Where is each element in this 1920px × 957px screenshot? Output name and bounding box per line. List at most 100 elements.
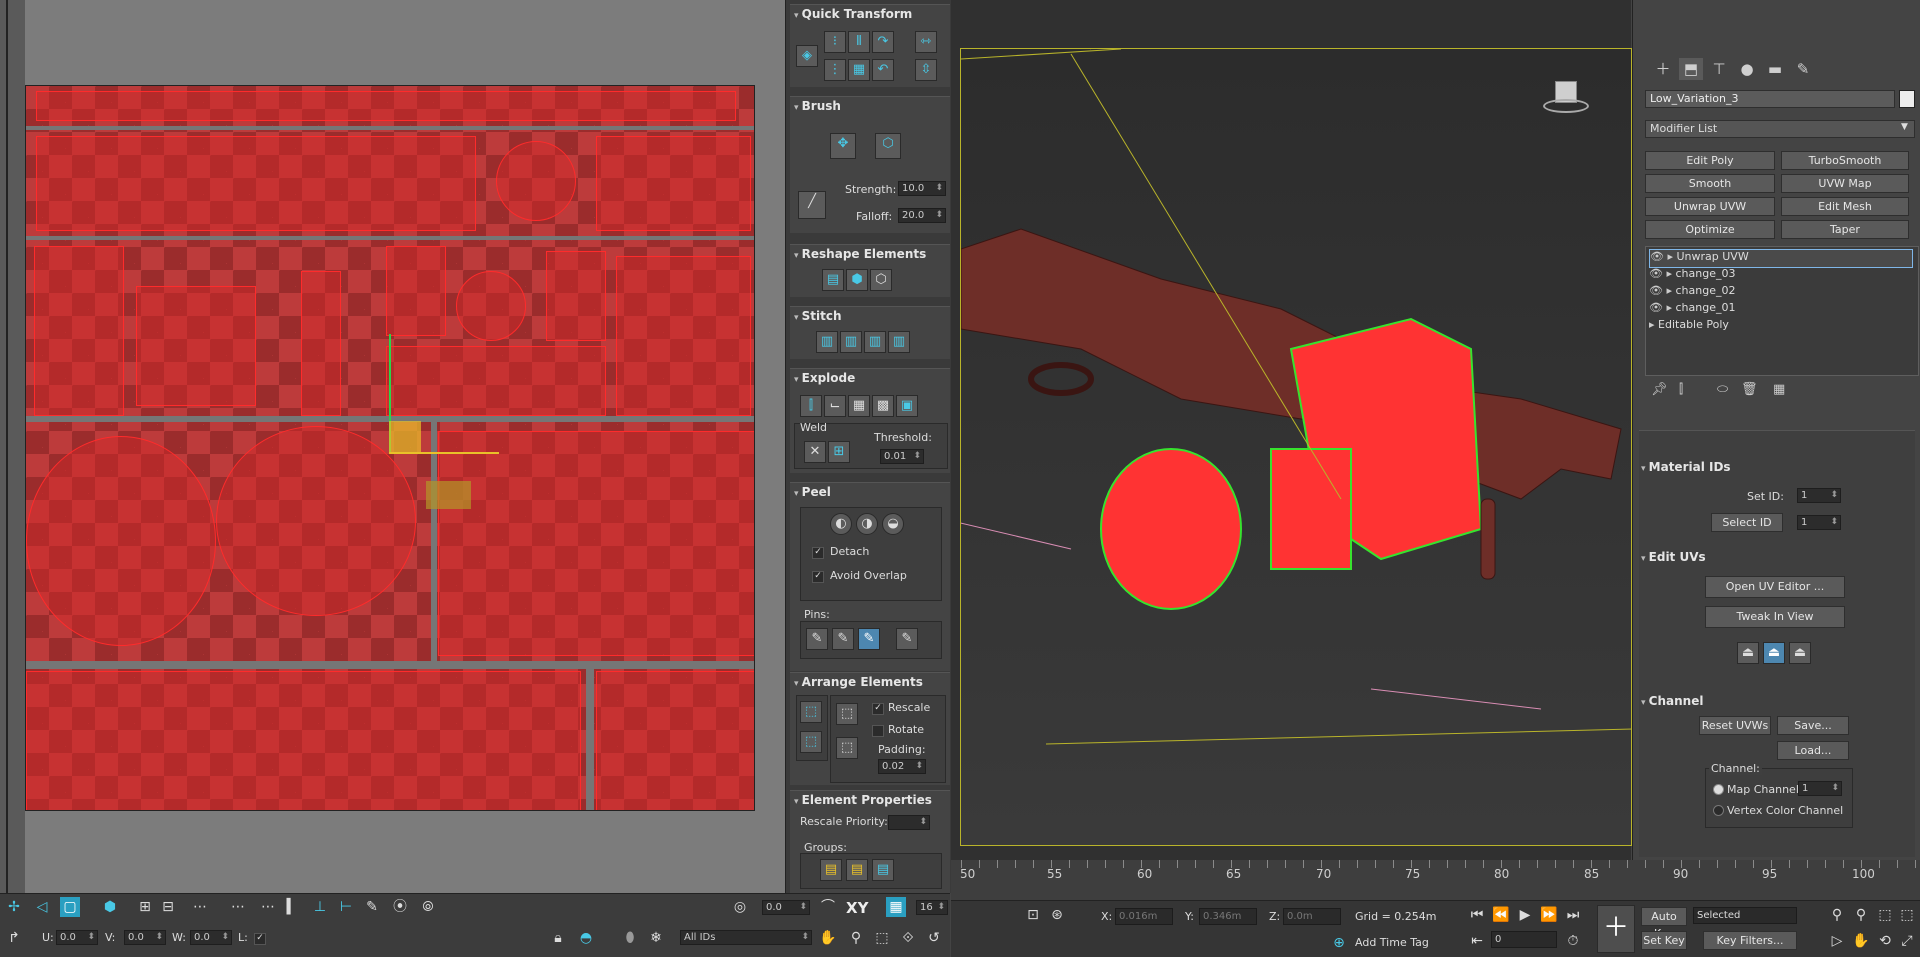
modifier-button-turbosmooth[interactable]: TurboSmooth [1781, 151, 1909, 170]
pan-view-icon[interactable]: ✋ [1851, 931, 1871, 951]
zoom-view-icon[interactable]: ⚲ [846, 928, 866, 948]
x-coordinate-field[interactable]: 0.016m [1115, 908, 1173, 925]
peel-mode-icon[interactable]: ◑ [856, 513, 878, 535]
channel-title[interactable]: Channel [1641, 694, 1704, 708]
paint-select-icon[interactable]: ✎ [362, 897, 382, 917]
stack-item-change-03[interactable]: 👁︎ ▸ change_03 [1649, 267, 1735, 284]
pan-icon[interactable]: ✋ [818, 928, 838, 948]
pack-custom-icon[interactable]: ⬚ [800, 701, 822, 723]
key-filters-button[interactable]: Key Filters... [1703, 931, 1797, 950]
vertex-color-radio[interactable] [1713, 805, 1724, 816]
align-linear-icon[interactable]: ⋮ [824, 59, 846, 81]
map-channel-radio[interactable] [1713, 784, 1724, 795]
uv-shell-circle[interactable] [26, 436, 216, 646]
zoom-viewport-icon[interactable]: ⚲ [1827, 905, 1847, 925]
uv-shell-cluster[interactable] [36, 136, 476, 231]
quick-peel-icon[interactable]: ◐ [830, 513, 852, 535]
reset-uvws-button[interactable]: Reset UVWs [1699, 716, 1771, 735]
modifier-button-edit-mesh[interactable]: Edit Mesh [1781, 197, 1909, 216]
maximize-viewport-icon[interactable]: ⤢ [1897, 931, 1917, 951]
current-frame-field[interactable]: 0 [1491, 931, 1557, 948]
absolute-mode-icon[interactable]: ⊛ [1047, 905, 1067, 925]
reset-peel-icon[interactable]: ◒ [882, 513, 904, 535]
modify-tab-icon[interactable]: ⬒ [1679, 58, 1703, 80]
stitch-source-icon[interactable]: ▥ [840, 331, 862, 353]
stack-item-change-01[interactable]: 👁︎ ▸ change_01 [1649, 301, 1735, 318]
zoom-extents-all-icon[interactable]: ⬚ [1897, 905, 1917, 925]
snap-icon[interactable]: ↺ [924, 928, 944, 948]
strength-spinner[interactable]: 10.0 [898, 181, 946, 196]
w-spinner[interactable]: 0.0 [190, 930, 232, 945]
shrink-icon[interactable]: ⊟ [158, 897, 178, 917]
modifier-button-uvw-map[interactable]: UVW Map [1781, 174, 1909, 193]
open-uv-editor-button[interactable]: Open UV Editor ... [1705, 576, 1845, 598]
add-time-tag-label[interactable]: Add Time Tag [1355, 936, 1429, 949]
make-unique-icon[interactable]: ⬭ [1717, 382, 1728, 397]
detach-edge-icon[interactable]: ⌙ [824, 395, 846, 417]
uv-shell-part[interactable] [386, 346, 606, 416]
modifier-button-optimize[interactable]: Optimize [1645, 220, 1775, 239]
align-center-icon[interactable]: ◈ [796, 45, 818, 67]
edit-uvs-title[interactable]: Edit UVs [1641, 550, 1706, 564]
ungroup-selected-icon[interactable]: ▤ [846, 859, 868, 881]
uv-shell-ring[interactable] [456, 271, 526, 341]
uv-shell-part[interactable] [616, 256, 751, 416]
uv-shell-band[interactable] [26, 671, 581, 810]
peel-tool-icon[interactable]: ⏏ [1737, 642, 1759, 664]
grid-toggle-icon[interactable]: ▦ [886, 897, 906, 917]
group-selected-icon[interactable]: ▤ [820, 859, 842, 881]
uv-shell-cluster[interactable] [596, 136, 751, 231]
pin-stack-icon[interactable]: 📌︎ [1651, 382, 1668, 397]
relax-brush-icon[interactable]: ⬡ [875, 133, 901, 159]
uv-shell-part[interactable] [136, 286, 256, 406]
gizmo-center[interactable] [389, 421, 421, 453]
y-coordinate-field[interactable]: 0.346m [1199, 908, 1257, 925]
rotate-cw-icon[interactable]: ↷ [872, 31, 894, 53]
uv-shell-part[interactable] [301, 271, 341, 416]
uv-shell-circle[interactable] [216, 426, 416, 616]
rescale-priority-spinner[interactable] [888, 815, 930, 830]
uv-shell-strip[interactable] [36, 91, 736, 121]
uv-shell-ring[interactable] [496, 141, 576, 221]
uv-viewport[interactable] [0, 0, 785, 893]
hide-icon[interactable]: ◓ [576, 928, 596, 948]
z-coordinate-field[interactable]: 0.0m [1283, 908, 1341, 925]
rotate-checkbox[interactable] [872, 725, 884, 737]
align-horizontal-icon[interactable]: ⁝ [824, 31, 846, 53]
eye-icon[interactable]: 👁︎ ▸ [1649, 284, 1675, 297]
zoom-extents-icon[interactable]: ⟐ [898, 928, 918, 948]
ids-dropdown[interactable]: All IDs [680, 930, 812, 945]
select-id-spinner[interactable]: 1 [1797, 515, 1841, 530]
object-color-swatch[interactable] [1899, 90, 1915, 108]
map-channel-spinner[interactable]: 1 [1798, 781, 1842, 796]
transform-icon[interactable]: ↱ [4, 928, 24, 948]
set-id-spinner[interactable]: 1 [1797, 488, 1841, 503]
freeform-icon[interactable]: ◁ [32, 897, 52, 917]
soft-select-icon[interactable]: ⦿ [390, 897, 410, 917]
peel-edge-icon[interactable]: ⏏ [1789, 642, 1811, 664]
uv-checker-texture[interactable] [25, 85, 755, 811]
next-frame-icon[interactable]: ⏩ [1539, 905, 1559, 925]
play-icon[interactable]: ▶ [1515, 905, 1535, 925]
freeze-icon[interactable]: ❄ [646, 928, 666, 948]
explode-checker-icon[interactable]: ▩ [872, 395, 894, 417]
explode-grid-icon[interactable]: ▦ [848, 395, 870, 417]
rotate-ccw-icon[interactable]: ↶ [872, 59, 894, 81]
material-ids-title[interactable]: Material IDs [1641, 460, 1731, 474]
pack-together-icon[interactable]: ⬚ [836, 703, 858, 725]
space-icon[interactable]: ▦ [848, 59, 870, 81]
zoom-spinner[interactable]: 0.0 [762, 900, 810, 915]
zoom-region-icon[interactable]: ⬚ [872, 928, 892, 948]
zoom-extents-selected-icon[interactable]: ⬚ [1875, 905, 1895, 925]
save-uvs-button[interactable]: Save... [1777, 716, 1849, 735]
load-uvs-button[interactable]: Load... [1777, 741, 1849, 760]
expand-icon[interactable]: ▸ [1649, 318, 1658, 331]
stack-item-change-02[interactable]: 👁︎ ▸ change_02 [1649, 284, 1735, 301]
align-vertical-icon[interactable]: ⦀ [848, 31, 870, 53]
stitch-target-icon[interactable]: ▥ [888, 331, 910, 353]
zoom-icon[interactable]: ◎ [730, 897, 750, 917]
arrange-elements-title[interactable]: Arrange Elements [794, 675, 923, 689]
previous-frame-icon[interactable]: ⏪ [1491, 905, 1511, 925]
weld-all-icon[interactable]: ⊞ [828, 441, 850, 463]
xy-label[interactable]: XY [846, 899, 868, 917]
